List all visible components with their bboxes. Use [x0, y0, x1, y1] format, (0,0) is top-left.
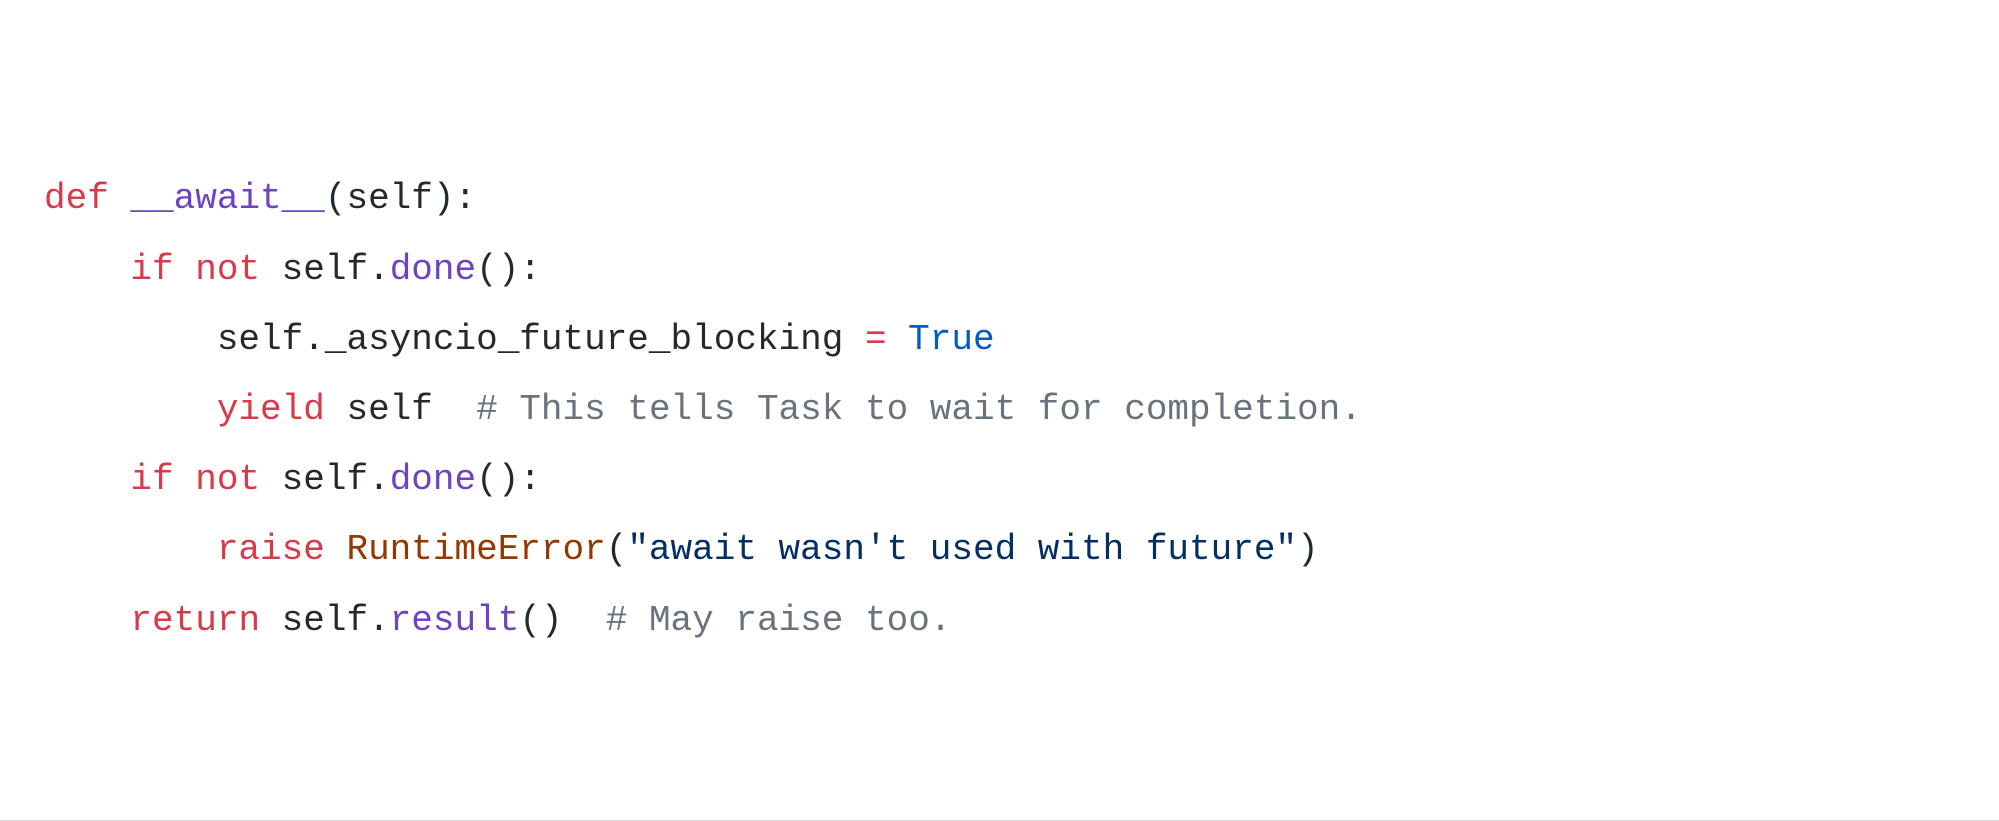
indent	[44, 529, 217, 570]
string-literal: "await wasn't used with future"	[627, 529, 1297, 570]
op-assign: =	[843, 319, 908, 360]
indent	[44, 389, 217, 430]
comment: # May raise too.	[606, 600, 952, 641]
paren-open: (	[606, 529, 628, 570]
param-self: self	[346, 178, 432, 219]
id-self: self	[346, 389, 432, 430]
code-line-1: def __await__(self):	[44, 178, 476, 219]
paren-close: )	[1297, 529, 1319, 570]
indent	[44, 319, 217, 360]
method-done: done	[390, 249, 476, 290]
kw-if: if	[130, 459, 173, 500]
dot: .	[368, 459, 390, 500]
method-done: done	[390, 459, 476, 500]
kw-return: return	[130, 600, 260, 641]
code-line-2: if not self.done():	[44, 249, 541, 290]
code-line-7: return self.result() # May raise too.	[44, 600, 951, 641]
code-line-3: self._asyncio_future_blocking = True	[44, 319, 995, 360]
dot: .	[368, 600, 390, 641]
code-block: def __await__(self): if not self.done():…	[44, 178, 1362, 640]
indent	[44, 249, 130, 290]
id-self: self	[282, 600, 368, 641]
kw-not: not	[195, 459, 260, 500]
call-parens: ()	[519, 600, 562, 641]
kw-not: not	[195, 249, 260, 290]
dot: .	[303, 319, 325, 360]
dot: .	[368, 249, 390, 290]
kw-raise: raise	[217, 529, 325, 570]
call-parens-colon: ():	[476, 249, 541, 290]
method-result: result	[390, 600, 520, 641]
comment: # This tells Task to wait for completion…	[476, 389, 1362, 430]
paren-close-colon: ):	[433, 178, 476, 219]
id-self: self	[217, 319, 303, 360]
code-line-5: if not self.done():	[44, 459, 541, 500]
function-name: __await__	[130, 178, 324, 219]
code-line-6: raise RuntimeError("await wasn't used wi…	[44, 529, 1319, 570]
attr-blocking: _asyncio_future_blocking	[325, 319, 843, 360]
id-self: self	[282, 249, 368, 290]
paren-open: (	[325, 178, 347, 219]
kw-if: if	[130, 249, 173, 290]
code-line-4: yield self # This tells Task to wait for…	[44, 389, 1362, 430]
call-parens-colon: ():	[476, 459, 541, 500]
kw-def: def	[44, 178, 109, 219]
kw-yield: yield	[217, 389, 325, 430]
id-self: self	[282, 459, 368, 500]
indent	[44, 600, 130, 641]
const-true: True	[908, 319, 994, 360]
cls-runtimeerror: RuntimeError	[346, 529, 605, 570]
indent	[44, 459, 130, 500]
